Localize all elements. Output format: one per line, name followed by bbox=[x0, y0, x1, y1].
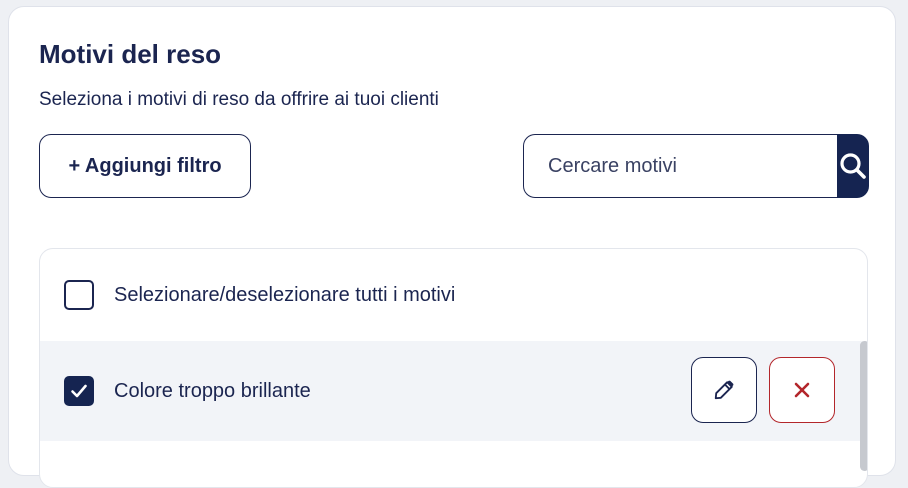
select-all-label: Selezionare/deselezionare tutti i motivi bbox=[114, 283, 456, 306]
page-subtitle: Seleziona i motivi di reso da offrire ai… bbox=[39, 89, 439, 110]
edit-button[interactable] bbox=[691, 357, 757, 423]
search-button[interactable] bbox=[837, 134, 869, 198]
checkmark-icon bbox=[71, 384, 87, 398]
reasons-list: Selezionare/deselezionare tutti i motivi… bbox=[39, 248, 868, 488]
select-all-row: Selezionare/deselezionare tutti i motivi bbox=[40, 249, 867, 341]
search-input[interactable] bbox=[523, 134, 837, 198]
item-checkbox[interactable] bbox=[64, 376, 94, 406]
select-all-checkbox[interactable] bbox=[64, 280, 94, 310]
list-scrollbar[interactable] bbox=[860, 341, 867, 471]
close-icon bbox=[794, 382, 810, 398]
item-label: Colore troppo brillante bbox=[114, 379, 311, 402]
delete-button[interactable] bbox=[769, 357, 835, 423]
pencil-icon bbox=[714, 380, 734, 400]
search-bar bbox=[523, 134, 869, 198]
add-filter-button[interactable]: + Aggiungi filtro bbox=[39, 134, 251, 198]
return-reasons-card: Motivi del reso Seleziona i motivi di re… bbox=[8, 6, 896, 488]
search-icon bbox=[840, 153, 866, 179]
list-item: Colore troppo brillante bbox=[40, 341, 867, 441]
page-title: Motivi del reso bbox=[39, 39, 222, 69]
